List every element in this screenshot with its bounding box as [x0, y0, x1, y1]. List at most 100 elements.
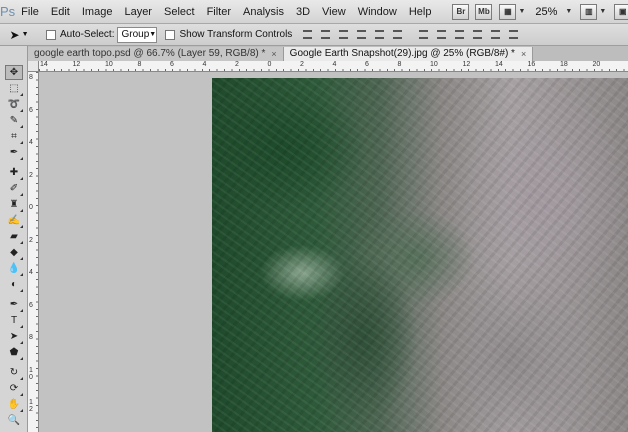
ruler-label: 14: [495, 61, 503, 68]
menu-bar: Ps File Edit Image Layer Select Filter A…: [0, 0, 628, 24]
tab-google-earth-topo[interactable]: google earth topo.psd @ 66.7% (Layer 59,…: [28, 47, 284, 61]
menu-view[interactable]: View: [316, 0, 352, 24]
ruler-label: 10: [105, 61, 113, 68]
menu-filter[interactable]: Filter: [201, 0, 237, 24]
menu-help[interactable]: Help: [403, 0, 438, 24]
show-transform-controls-checkbox[interactable]: Show Transform Controls: [165, 29, 292, 40]
view-extras-dropdown[interactable]: ▦ ▼: [499, 3, 525, 20]
ruler-label: 8: [397, 61, 402, 68]
brush-tool-icon[interactable]: ✐: [5, 181, 23, 196]
gradient-tool-icon[interactable]: ◆: [5, 245, 23, 260]
ruler-label: 2: [235, 61, 239, 68]
ruler-label: 2: [29, 236, 33, 244]
ruler-label: 2: [300, 61, 304, 68]
align-top-icon[interactable]: [300, 28, 314, 42]
blur-tool-icon[interactable]: 💧: [5, 261, 23, 276]
close-icon[interactable]: ×: [521, 47, 526, 61]
shape-tool-icon[interactable]: ⬟: [5, 345, 23, 360]
ruler-label: 6: [29, 301, 33, 309]
align-vcenter-icon[interactable]: [318, 28, 332, 42]
ruler-label: 10: [29, 366, 33, 381]
zoom-tool-icon[interactable]: 🔍: [5, 413, 23, 428]
menu-select[interactable]: Select: [158, 0, 201, 24]
tool-preset-picker[interactable]: ➤ ▼: [0, 25, 38, 45]
vertical-ruler[interactable]: 8 6 4 2 0 2 4 6 8 10 12: [28, 72, 39, 432]
move-tool-icon[interactable]: ✥: [5, 65, 23, 80]
menu-3d[interactable]: 3D: [290, 0, 316, 24]
type-tool-icon[interactable]: T: [5, 313, 23, 328]
distribute-hcenter-icon[interactable]: [488, 28, 502, 42]
ruler-label: 4: [332, 61, 337, 68]
quick-selection-tool-icon[interactable]: ✎: [5, 113, 23, 128]
menu-layer[interactable]: Layer: [118, 0, 158, 24]
show-transform-label: Show Transform Controls: [179, 29, 293, 40]
auto-select-checkbox-box: [46, 29, 56, 40]
3d-rotate-tool-icon[interactable]: ↻: [5, 365, 23, 380]
satellite-image-canvas[interactable]: [212, 78, 628, 432]
distribute-right-icon[interactable]: [506, 28, 520, 42]
auto-select-value: Group: [121, 29, 150, 40]
ruler-label: 6: [29, 106, 33, 114]
tab-google-earth-snapshot[interactable]: Google Earth Snapshot(29).jpg @ 25% (RGB…: [283, 47, 534, 61]
ruler-label: 4: [29, 269, 33, 276]
align-hcenter-icon[interactable]: [372, 28, 386, 42]
screen-mode-icon: ▣: [614, 3, 628, 20]
eyedropper-tool-icon[interactable]: ✒: [5, 145, 23, 160]
menu-edit[interactable]: Edit: [45, 0, 76, 24]
hand-tool-icon[interactable]: ✋: [5, 397, 23, 412]
ruler-label: 6: [365, 61, 369, 68]
auto-select-checkbox[interactable]: Auto-Select:: [46, 29, 114, 40]
history-brush-tool-icon[interactable]: ✍: [5, 213, 23, 228]
align-buttons: [298, 28, 406, 42]
distribute-vcenter-icon[interactable]: [434, 28, 448, 42]
align-right-icon[interactable]: [390, 28, 404, 42]
auto-select-target-select[interactable]: Group ▼: [117, 26, 158, 43]
zoom-level[interactable]: 25%: [535, 6, 557, 18]
screen-mode-dropdown[interactable]: ▣▼: [614, 3, 628, 20]
distribute-left-icon[interactable]: [470, 28, 484, 42]
dodge-tool-icon[interactable]: ◐: [5, 277, 23, 292]
distribute-top-icon[interactable]: [416, 28, 430, 42]
ruler-label: 8: [137, 61, 142, 68]
path-selection-tool-icon[interactable]: ➤: [5, 329, 23, 344]
spot-healing-tool-icon[interactable]: ✚: [5, 165, 23, 180]
eraser-tool-icon[interactable]: ▰: [5, 229, 23, 244]
tab-label: Google Earth Snapshot(29).jpg @ 25% (RGB…: [289, 48, 515, 59]
distribute-bottom-icon[interactable]: [452, 28, 466, 42]
lasso-tool-icon[interactable]: ➰: [5, 97, 23, 112]
pen-tool-icon[interactable]: ✒: [5, 297, 23, 312]
tab-label: google earth topo.psd @ 66.7% (Layer 59,…: [34, 48, 266, 59]
tools-panel: ✥ ⬚ ➰ ✎ ⌗ ✒ ✚ ✐ ♜ ✍ ▰ ◆ 💧 ◐ ✒ T ➤ ⬟ ↻ ⟳ …: [0, 46, 28, 432]
align-bottom-icon[interactable]: [336, 28, 350, 42]
ruler-origin[interactable]: [28, 61, 39, 72]
marquee-tool-icon[interactable]: ⬚: [5, 81, 23, 96]
arrange-documents-dropdown[interactable]: ▥ ▼: [580, 3, 606, 20]
chevron-down-icon: ▼: [149, 31, 157, 38]
document-workspace[interactable]: [39, 72, 628, 432]
menu-file[interactable]: File: [15, 0, 45, 24]
ruler-label: 4: [29, 139, 33, 146]
crop-tool-icon[interactable]: ⌗: [5, 129, 23, 144]
document-tab-bar: google earth topo.psd @ 66.7% (Layer 59,…: [28, 46, 628, 61]
ruler-label: 0: [29, 204, 33, 211]
clone-stamp-tool-icon[interactable]: ♜: [5, 197, 23, 212]
3d-orbit-tool-icon[interactable]: ⟳: [5, 381, 23, 396]
ruler-label: 8: [29, 74, 33, 81]
ruler-label: 12: [29, 399, 33, 413]
ruler-label: 8: [29, 334, 33, 341]
mini-bridge-button[interactable]: Mb: [475, 3, 493, 20]
menu-window[interactable]: Window: [352, 0, 403, 24]
ruler-label: 0: [267, 61, 272, 68]
align-left-icon[interactable]: [354, 28, 368, 42]
distribute-buttons: [414, 28, 522, 42]
close-icon[interactable]: ×: [271, 47, 276, 61]
ruler-label: 12: [72, 61, 81, 68]
ruler-label: 6: [170, 61, 174, 68]
ruler-label: 4: [202, 61, 207, 68]
ruler-label: 18: [560, 61, 568, 68]
menu-image[interactable]: Image: [76, 0, 119, 24]
zoom-dropdown[interactable]: ▼: [563, 8, 572, 15]
menu-analysis[interactable]: Analysis: [237, 0, 290, 24]
horizontal-ruler[interactable]: 14 12 10 8 6 4 2 0 2 4 6 8 10 12 14 16 18 20: [39, 61, 628, 72]
bridge-button[interactable]: Br: [452, 3, 470, 20]
